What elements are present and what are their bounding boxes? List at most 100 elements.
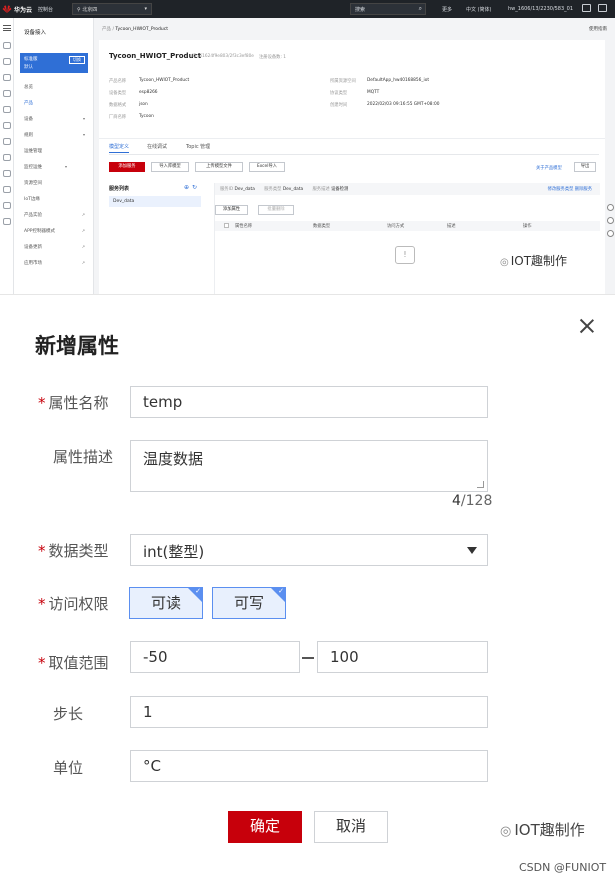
confirm-button[interactable]: 确定 <box>228 811 302 843</box>
select-all-checkbox[interactable] <box>224 223 229 228</box>
sidebar-item-devices[interactable]: 设备 <box>24 116 33 122</box>
rail-icon-7[interactable] <box>3 138 11 145</box>
add-property-button[interactable]: 添加属性 <box>215 205 248 215</box>
add-circle-icon[interactable]: ⊕ <box>184 184 189 191</box>
required-mark: * <box>38 542 46 560</box>
breadcrumb-parent[interactable]: 产品 <box>102 27 111 32</box>
datatype-select[interactable]: int(整型) <box>130 534 488 566</box>
rail-icon-8[interactable] <box>3 154 11 161</box>
brand-name[interactable]: 华为云 <box>14 5 32 14</box>
service-list-item[interactable]: Dev_data <box>109 196 201 207</box>
unit-input[interactable]: °C <box>130 750 488 782</box>
sidebar-item-overview[interactable]: 总览 <box>24 84 33 90</box>
rail-icon-2[interactable] <box>3 58 11 65</box>
language-menu[interactable]: 中文 (简体) <box>466 6 492 13</box>
service-type-label: 服务类型 <box>264 187 282 192</box>
huawei-logo-icon <box>2 5 12 13</box>
access-readable-option[interactable]: 可读 ✓ <box>129 587 203 619</box>
range-max-input[interactable]: 100 <box>317 641 488 673</box>
col-property-name: 属性名称 <box>235 224 253 229</box>
col-data-type: 数据类型 <box>313 224 331 229</box>
property-name-label: * 属性名称 <box>38 394 109 412</box>
sidebar-item-ops[interactable]: 运维管理 <box>24 148 42 154</box>
rail-icon-11[interactable] <box>3 202 11 209</box>
global-search[interactable]: 搜索 ⌕ <box>350 3 426 15</box>
more-menu[interactable]: 更多 <box>442 6 452 13</box>
watermark-top: ◎ IOT趣制作 <box>500 252 567 269</box>
model-definition-card: 模型定义 在线调试 Topic 管理 添加服务 导入库模型 上传模型文件 Exc… <box>99 138 605 294</box>
service-ops-links[interactable]: 修改服务类型 删除服务 <box>548 186 592 192</box>
service-item-label: Dev_data <box>113 199 135 204</box>
property-desc-textarea[interactable]: 温度数据 <box>130 440 488 492</box>
mail-icon[interactable] <box>582 4 591 12</box>
batch-delete-button[interactable]: 批量删除 <box>258 205 294 215</box>
tab-online-debug[interactable]: 在线调试 <box>147 143 167 150</box>
range-max-value: 100 <box>330 648 359 666</box>
sidebar-item-app-controller[interactable]: APP控制器模式 <box>24 228 55 234</box>
tab-model-definition[interactable]: 模型定义 <box>109 143 130 153</box>
step-input[interactable]: 1 <box>130 696 488 728</box>
feedback-icon[interactable] <box>607 204 614 211</box>
field-value: Tycoon_HWIOT_Product <box>139 78 190 83</box>
sidebar-item-rules[interactable]: 规则 <box>24 132 33 138</box>
datatype-value: int(整型) <box>143 543 205 561</box>
sidebar-item-resource-space[interactable]: 资源空间 <box>24 180 42 186</box>
cancel-button[interactable]: 取消 <box>314 811 388 843</box>
rail-icon-5[interactable] <box>3 106 11 113</box>
col-access-mode: 访问方式 <box>387 224 405 229</box>
char-counter: 4/128 <box>452 493 493 509</box>
excel-import-button[interactable]: Excel导入 <box>249 162 285 172</box>
rail-icon-9[interactable] <box>3 170 11 177</box>
help-icon[interactable] <box>607 217 614 224</box>
property-name-input[interactable]: temp <box>130 386 488 418</box>
sidebar-item-marketplace[interactable]: 应用市场 <box>24 260 42 266</box>
property-name-value: temp <box>143 393 183 411</box>
about-model-link[interactable]: 关于产品模型 <box>536 165 562 171</box>
account-menu[interactable]: hw_1606/13/2230/583_01 <box>508 6 573 12</box>
console-link[interactable]: 控制台 <box>38 6 53 13</box>
rail-icon-12[interactable] <box>3 218 11 225</box>
hamburger-icon[interactable] <box>3 25 11 31</box>
rail-icon-6[interactable] <box>3 122 11 129</box>
rail-icon-3[interactable] <box>3 74 11 81</box>
access-writable-label: 可写 <box>233 594 264 612</box>
range-min-input[interactable]: -50 <box>130 641 300 673</box>
rail-icon-10[interactable] <box>3 186 11 193</box>
resize-grip-icon[interactable] <box>477 481 484 488</box>
rail-icon-1[interactable] <box>3 42 11 49</box>
export-button[interactable]: 导出 <box>574 162 596 172</box>
sidebar-item-products[interactable]: 产品 <box>24 100 33 106</box>
document-icon[interactable] <box>598 4 607 12</box>
upload-model-button[interactable]: 上传模型文件 <box>195 162 243 172</box>
chevron-down-icon <box>467 547 477 554</box>
product-id: ID: 61624f9e803/2f3c3ef80e <box>192 54 254 59</box>
datatype-label: * 数据类型 <box>38 542 109 560</box>
region-selector[interactable]: ⚲ 北京四 ▾ <box>72 3 152 15</box>
wechat-icon: ◎ <box>500 824 512 839</box>
import-library-button[interactable]: 导入库模型 <box>151 162 189 172</box>
close-icon[interactable] <box>578 317 596 335</box>
instance-switch-button[interactable]: 切换 <box>69 56 85 64</box>
rail-icon-4[interactable] <box>3 90 11 97</box>
floating-tools <box>607 204 615 254</box>
access-writable-option[interactable]: 可写 ✓ <box>212 587 286 619</box>
tab-topic-management[interactable]: Topic 管理 <box>186 143 210 150</box>
refresh-icon[interactable]: ↻ <box>192 184 197 191</box>
instance-card[interactable]: 标准版 切换 默认 <box>20 53 88 73</box>
field-label: 数据格式 <box>109 103 127 108</box>
sidebar-item-monitoring[interactable]: 监控运维 <box>24 164 42 170</box>
col-actions: 操作 <box>523 224 532 229</box>
field-value: 2022/02/03 09:16:55 GMT+08:00 <box>367 102 440 107</box>
custom-model-button[interactable]: 添加服务 <box>109 162 145 172</box>
property-desc-value: 温度数据 <box>143 450 204 468</box>
sidebar-item-lab[interactable]: 产品实验 <box>24 212 42 218</box>
chat-icon[interactable] <box>607 230 614 237</box>
sidebar-item-device-update[interactable]: 设备更新 <box>24 244 42 250</box>
help-guide-link[interactable]: 使用指南 <box>589 26 607 32</box>
service-desc-value: 设备检测 <box>331 187 349 192</box>
chevron-down-icon: ▾ <box>82 116 85 121</box>
sidebar-item-iot-edge[interactable]: IoT边缘 <box>24 196 40 202</box>
empty-state-icon: ! <box>395 246 415 264</box>
chevron-down-icon: ▾ <box>82 132 85 137</box>
field-label: 设备类型 <box>109 91 127 96</box>
